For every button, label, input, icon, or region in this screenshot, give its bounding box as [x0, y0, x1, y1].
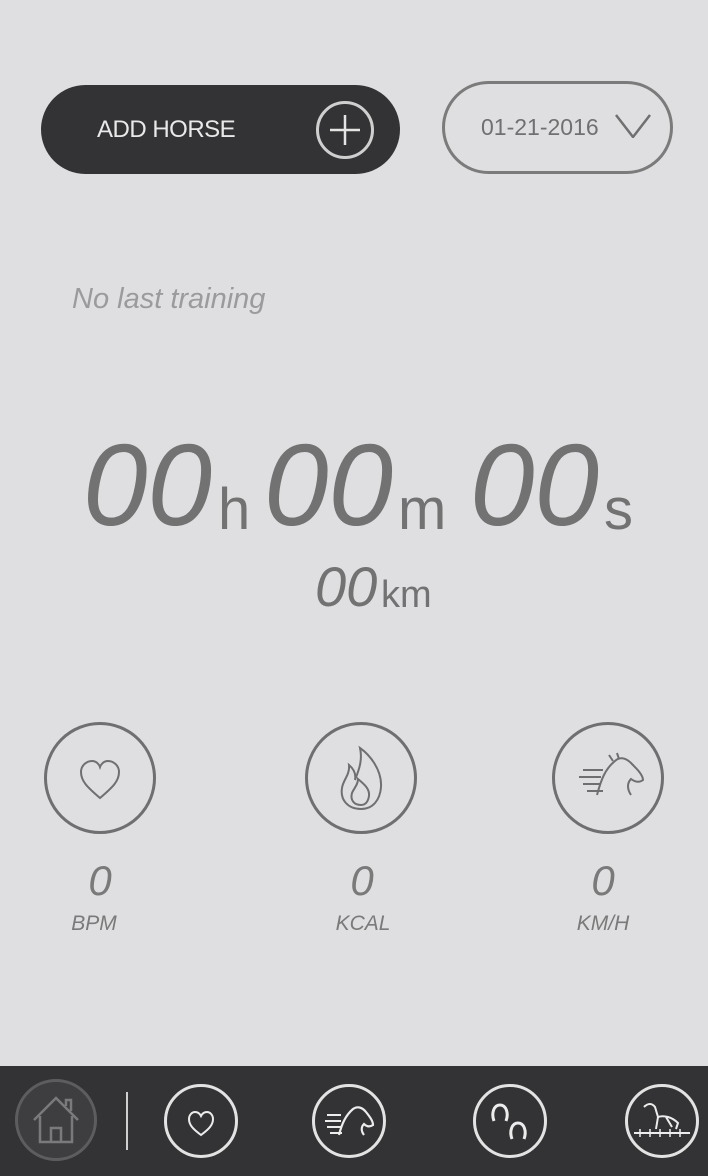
- kcal-unit: KCAL: [335, 912, 391, 935]
- nav-home-button[interactable]: [15, 1079, 97, 1161]
- bpm-unit: BPM: [71, 912, 117, 935]
- timer-minutes-unit: m: [398, 477, 447, 542]
- chevron-down-icon: [615, 114, 651, 138]
- horse-speed-icon: [325, 1106, 375, 1136]
- training-distance: 00 km: [0, 552, 708, 622]
- last-training-text: No last training: [72, 283, 266, 315]
- heart-rate-stat[interactable]: [44, 722, 156, 834]
- nav-horseshoe-button[interactable]: [473, 1084, 547, 1158]
- timer-seconds-unit: s: [604, 477, 633, 542]
- distance-value: 00: [315, 555, 378, 618]
- add-horse-button[interactable]: ADD HORSE: [41, 85, 400, 174]
- nav-divider: [126, 1092, 128, 1150]
- heart-icon: [187, 1110, 215, 1137]
- timer-minutes: 00: [264, 420, 394, 550]
- nav-speed-button[interactable]: [312, 1084, 386, 1158]
- nav-heart-button[interactable]: [164, 1084, 238, 1158]
- speed-stat[interactable]: [552, 722, 664, 834]
- timer-hours-unit: h: [218, 477, 251, 542]
- distance-unit: km: [381, 574, 432, 616]
- home-icon: [33, 1096, 79, 1144]
- add-horse-label: ADD HORSE: [97, 116, 236, 143]
- training-timer: 00 h 00 m 00 s: [0, 420, 708, 550]
- calories-stat[interactable]: [305, 722, 417, 834]
- horseshoes-icon: [491, 1103, 527, 1140]
- nav-jumping-button[interactable]: [625, 1084, 699, 1158]
- galloping-horse-icon: [579, 752, 645, 796]
- timer-seconds: 00: [470, 420, 600, 550]
- kmh-unit: KM/H: [576, 912, 630, 935]
- date-value: 01-21-2016: [481, 114, 599, 140]
- flame-icon: [340, 745, 383, 811]
- timer-hours: 00: [83, 420, 213, 550]
- bpm-value: 0: [88, 857, 112, 904]
- kcal-value: 0: [350, 857, 374, 904]
- horse-jumping-icon: [634, 1103, 690, 1137]
- date-select[interactable]: 01-21-2016: [442, 81, 673, 174]
- heart-icon: [79, 759, 121, 800]
- kmh-value: 0: [591, 857, 615, 904]
- plus-circle-icon: [316, 101, 374, 159]
- bottom-navigation: [0, 1066, 708, 1176]
